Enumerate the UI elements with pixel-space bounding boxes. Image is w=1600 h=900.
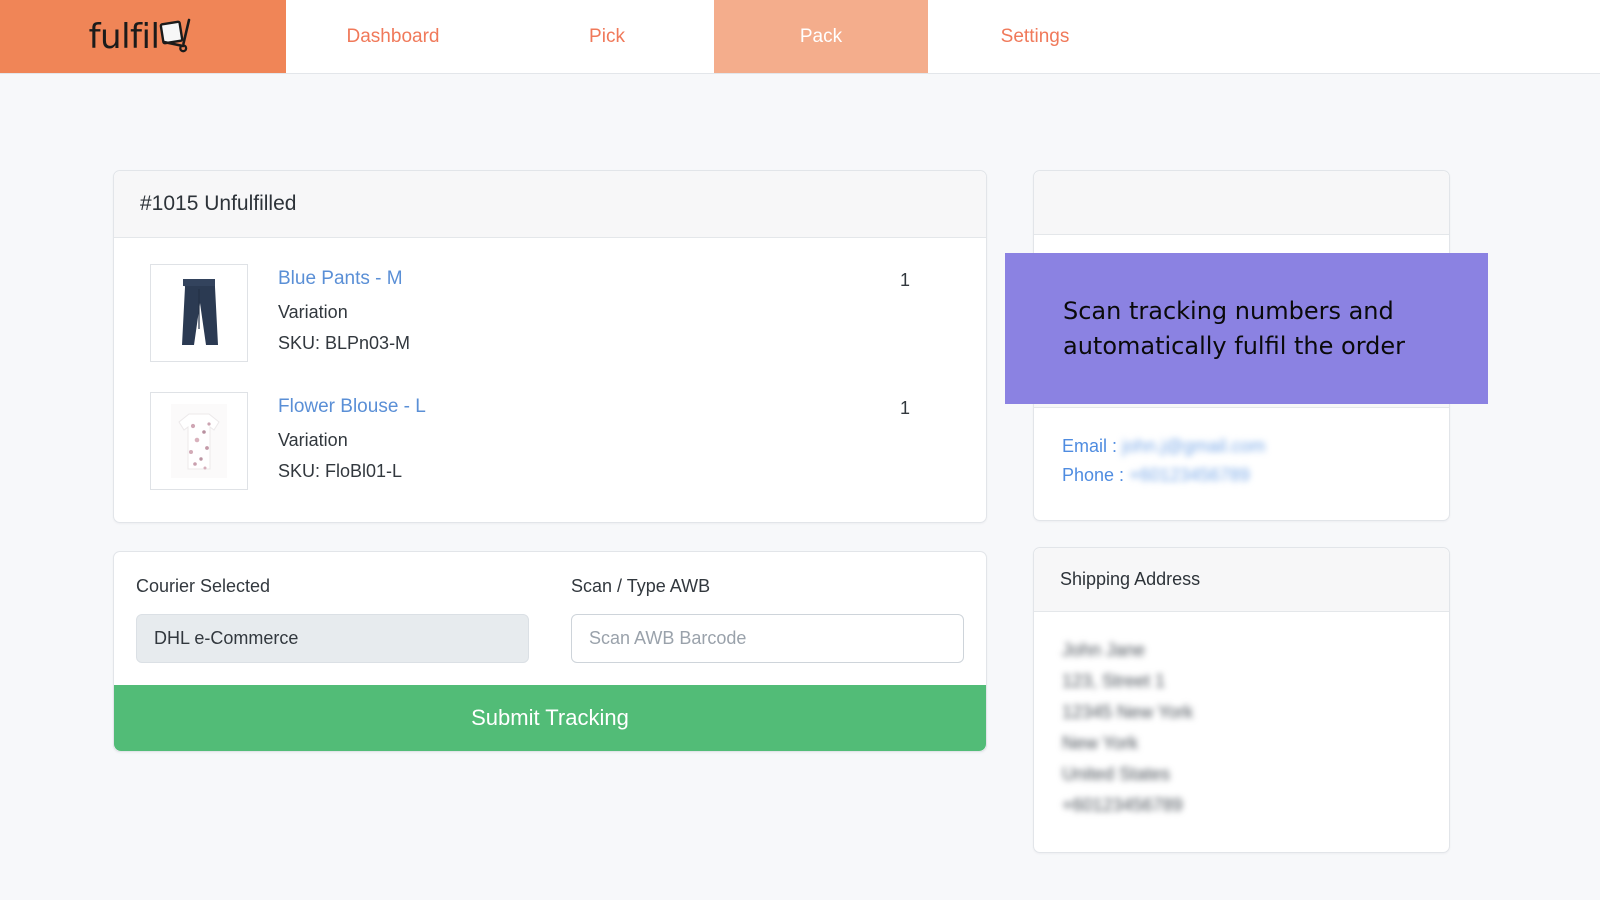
courier-label: Courier Selected [136, 576, 271, 596]
contact-card-body: Email : john.j@gmail.com Phone : +601234… [1034, 408, 1449, 520]
top-navigation-bar: fulfil Dashboard Pick Pack Settings [0, 0, 1600, 74]
phone-label: Phone : [1062, 465, 1125, 485]
contact-phone-row: Phone : +60123456789 [1062, 465, 1421, 486]
product-variation-label: Variation [278, 430, 348, 450]
order-line-item: Flower Blouse - L Variation SKU: FloBl01… [150, 392, 950, 490]
nav-tab-pick[interactable]: Pick [500, 0, 714, 73]
nav-tab-settings[interactable]: Settings [928, 0, 1142, 73]
tracking-fields-row: Courier Selected DHL e-Commerce Scan / T… [114, 552, 986, 685]
courier-field-group: Courier Selected DHL e-Commerce [136, 576, 529, 663]
order-title: #1015 Unfulfilled [140, 192, 297, 215]
product-info: Flower Blouse - L Variation SKU: FloBl01… [248, 392, 860, 482]
product-quantity: 1 [899, 398, 910, 418]
submit-tracking-button[interactable]: Submit Tracking [114, 685, 986, 751]
courier-selected-value[interactable]: DHL e-Commerce [136, 614, 529, 663]
annotation-callout: Scan tracking numbers and automatically … [1005, 253, 1488, 404]
product-info: Blue Pants - M Variation SKU: BLPn03-M [248, 264, 860, 354]
contact-email-row: Email : john.j@gmail.com [1062, 436, 1421, 457]
customer-card-header [1034, 171, 1449, 235]
product-sku: SKU: FloBl01-L [278, 461, 403, 481]
address-line: 123, Street 1 [1062, 671, 1166, 691]
nav-tab-pack[interactable]: Pack [714, 0, 928, 73]
nav-tab-list: Dashboard Pick Pack Settings [286, 0, 1600, 73]
tracking-card: Courier Selected DHL e-Commerce Scan / T… [113, 551, 987, 752]
page-content: #1015 Unfulfilled Blue Pants - M Variati… [0, 74, 1600, 900]
address-card-body: John Jane 123, Street 1 12345 New York N… [1034, 612, 1449, 852]
product-quantity: 1 [899, 270, 910, 290]
brand-logo-block[interactable]: fulfil [0, 0, 286, 73]
brand-wordmark: fulfil [88, 16, 160, 57]
product-sku: SKU: BLPn03-M [278, 333, 411, 353]
product-title-link[interactable]: Blue Pants - M [278, 268, 403, 290]
order-column: #1015 Unfulfilled Blue Pants - M Variati… [113, 170, 987, 900]
address-line: 12345 New York [1062, 702, 1194, 722]
address-line: New York [1062, 733, 1139, 753]
customer-card-title [1060, 192, 1423, 213]
product-title-link[interactable]: Flower Blouse - L [278, 396, 426, 418]
product-thumbnail[interactable] [150, 392, 248, 490]
awb-field-group: Scan / Type AWB [571, 576, 964, 663]
awb-input[interactable] [571, 614, 964, 663]
address-line: United States [1062, 764, 1171, 784]
address-line: John Jane [1062, 640, 1146, 660]
shipping-address-card: Shipping Address John Jane 123, Street 1… [1033, 547, 1450, 853]
product-thumbnail[interactable] [150, 264, 248, 362]
order-line-item: Blue Pants - M Variation SKU: BLPn03-M 1 [150, 264, 950, 362]
order-card-header: #1015 Unfulfilled [114, 171, 986, 238]
order-items-list: Blue Pants - M Variation SKU: BLPn03-M 1 [114, 238, 986, 522]
brand-logo: fulfil [89, 13, 198, 60]
email-label: Email : [1062, 436, 1118, 456]
address-line: +60123456789 [1062, 795, 1183, 815]
order-card: #1015 Unfulfilled Blue Pants - M Variati… [113, 170, 987, 523]
nav-tab-dashboard[interactable]: Dashboard [286, 0, 500, 73]
address-card-header: Shipping Address [1034, 548, 1449, 612]
address-card-title: Shipping Address [1060, 569, 1201, 589]
awb-label: Scan / Type AWB [571, 576, 711, 596]
email-value-redacted[interactable]: john.j@gmail.com [1122, 436, 1265, 457]
hand-truck-icon [157, 15, 197, 60]
annotation-callout-text: Scan tracking numbers and automatically … [1063, 297, 1405, 360]
product-variation-label: Variation [278, 302, 348, 322]
phone-value-redacted[interactable]: +60123456789 [1129, 465, 1250, 486]
